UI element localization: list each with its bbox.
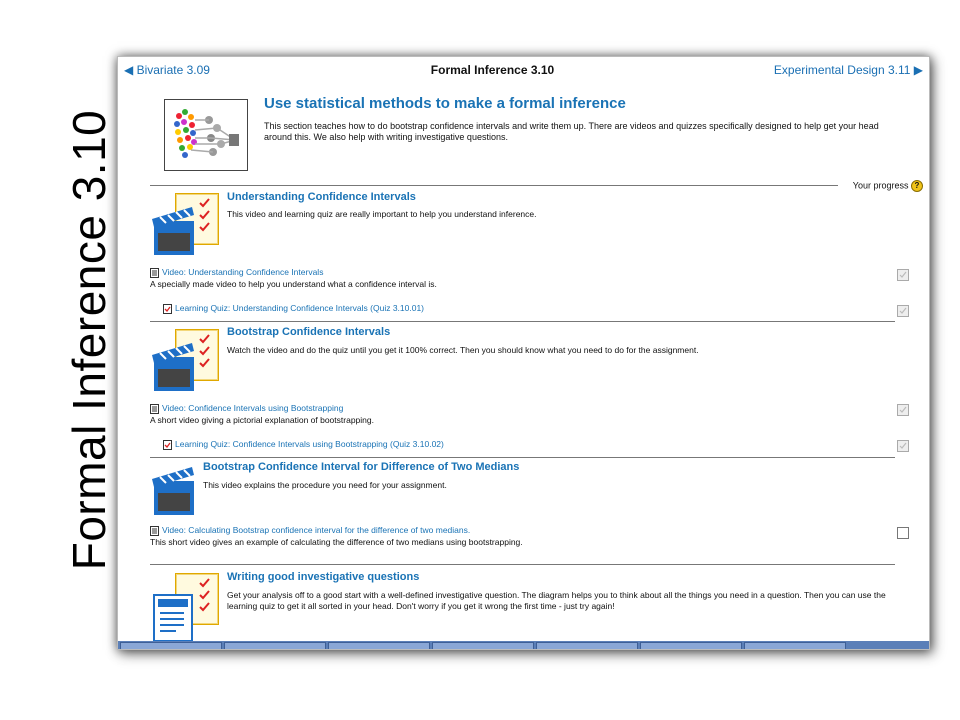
taskbar: [118, 641, 929, 649]
progress-checkbox[interactable]: [897, 404, 909, 416]
video-quiz-icon: [152, 329, 222, 400]
video-link-label: Video: Confidence Intervals using Bootst…: [162, 403, 344, 413]
progress-checkbox[interactable]: [897, 269, 909, 281]
taskbar-button[interactable]: [432, 642, 534, 649]
progress-label: Your progress ?: [853, 180, 923, 192]
quiz-icon: [163, 303, 172, 314]
quiz-icon: [163, 439, 172, 450]
section-nav: ◀ Bivariate 3.09 Formal Inference 3.10 E…: [118, 63, 929, 81]
section-title: Bootstrap Confidence Intervals: [227, 326, 391, 338]
video-link[interactable]: Video: Calculating Bootstrap confidence …: [150, 525, 470, 536]
quiz-link-label: Learning Quiz: Confidence Intervals usin…: [175, 439, 444, 449]
quiz-link[interactable]: Learning Quiz: Confidence Intervals usin…: [163, 439, 444, 450]
browser-screenshot: ◀ Bivariate 3.09 Formal Inference 3.10 E…: [117, 56, 930, 650]
taskbar-button[interactable]: [536, 642, 638, 649]
quiz-diagram-icon: [152, 573, 222, 648]
video-subtitle: A specially made video to help you under…: [150, 279, 437, 289]
section-description: Get your analysis off to a good start wi…: [227, 590, 886, 611]
video-clapperboard-icon: [152, 465, 198, 522]
taskbar-button[interactable]: [744, 642, 846, 649]
section-description: This video explains the procedure you ne…: [203, 480, 447, 490]
taskbar-button[interactable]: [328, 642, 430, 649]
taskbar-button[interactable]: [640, 642, 742, 649]
quiz-link-label: Learning Quiz: Understanding Confidence …: [175, 303, 425, 313]
progress-checkbox[interactable]: [897, 305, 909, 317]
section-title: Writing good investigative questions: [227, 571, 420, 583]
slide-title-text: Formal Inference 3.10: [63, 109, 115, 571]
document-icon: [150, 525, 159, 536]
help-icon[interactable]: ?: [911, 180, 923, 192]
video-link[interactable]: Video: Understanding Confidence Interval…: [150, 267, 323, 278]
video-link[interactable]: Video: Confidence Intervals using Bootst…: [150, 403, 343, 414]
video-subtitle: This short video gives an example of cal…: [150, 537, 523, 547]
section-description: This video and learning quiz are really …: [227, 209, 537, 219]
divider: [150, 457, 895, 458]
progress-checkbox[interactable]: [897, 440, 909, 452]
hero-title: Use statistical methods to make a formal…: [264, 95, 626, 112]
divider: [150, 564, 895, 565]
progress-checkbox[interactable]: [897, 527, 909, 539]
video-subtitle: A short video giving a pictorial explana…: [150, 415, 374, 425]
taskbar-button[interactable]: [120, 642, 222, 649]
document-icon: [150, 267, 159, 278]
section-title: Bootstrap Confidence Interval for Differ…: [203, 461, 520, 473]
section-title: Understanding Confidence Intervals: [227, 191, 416, 203]
divider: [150, 185, 838, 186]
quiz-link[interactable]: Learning Quiz: Understanding Confidence …: [163, 303, 424, 314]
network-diagram-image: [164, 99, 248, 171]
video-link-label: Video: Understanding Confidence Interval…: [162, 267, 324, 277]
current-section-title: Formal Inference 3.10: [430, 63, 555, 77]
divider: [150, 321, 895, 322]
next-section-link[interactable]: Experimental Design 3.11 ▶: [774, 63, 923, 77]
progress-label-text: Your progress: [852, 180, 909, 191]
video-link-label: Video: Calculating Bootstrap confidence …: [162, 525, 471, 535]
video-quiz-icon: [152, 193, 222, 264]
hero-description: This section teaches how to do bootstrap…: [264, 121, 879, 142]
taskbar-button[interactable]: [224, 642, 326, 649]
document-icon: [150, 403, 159, 414]
section-description: Watch the video and do the quiz until yo…: [227, 345, 699, 355]
